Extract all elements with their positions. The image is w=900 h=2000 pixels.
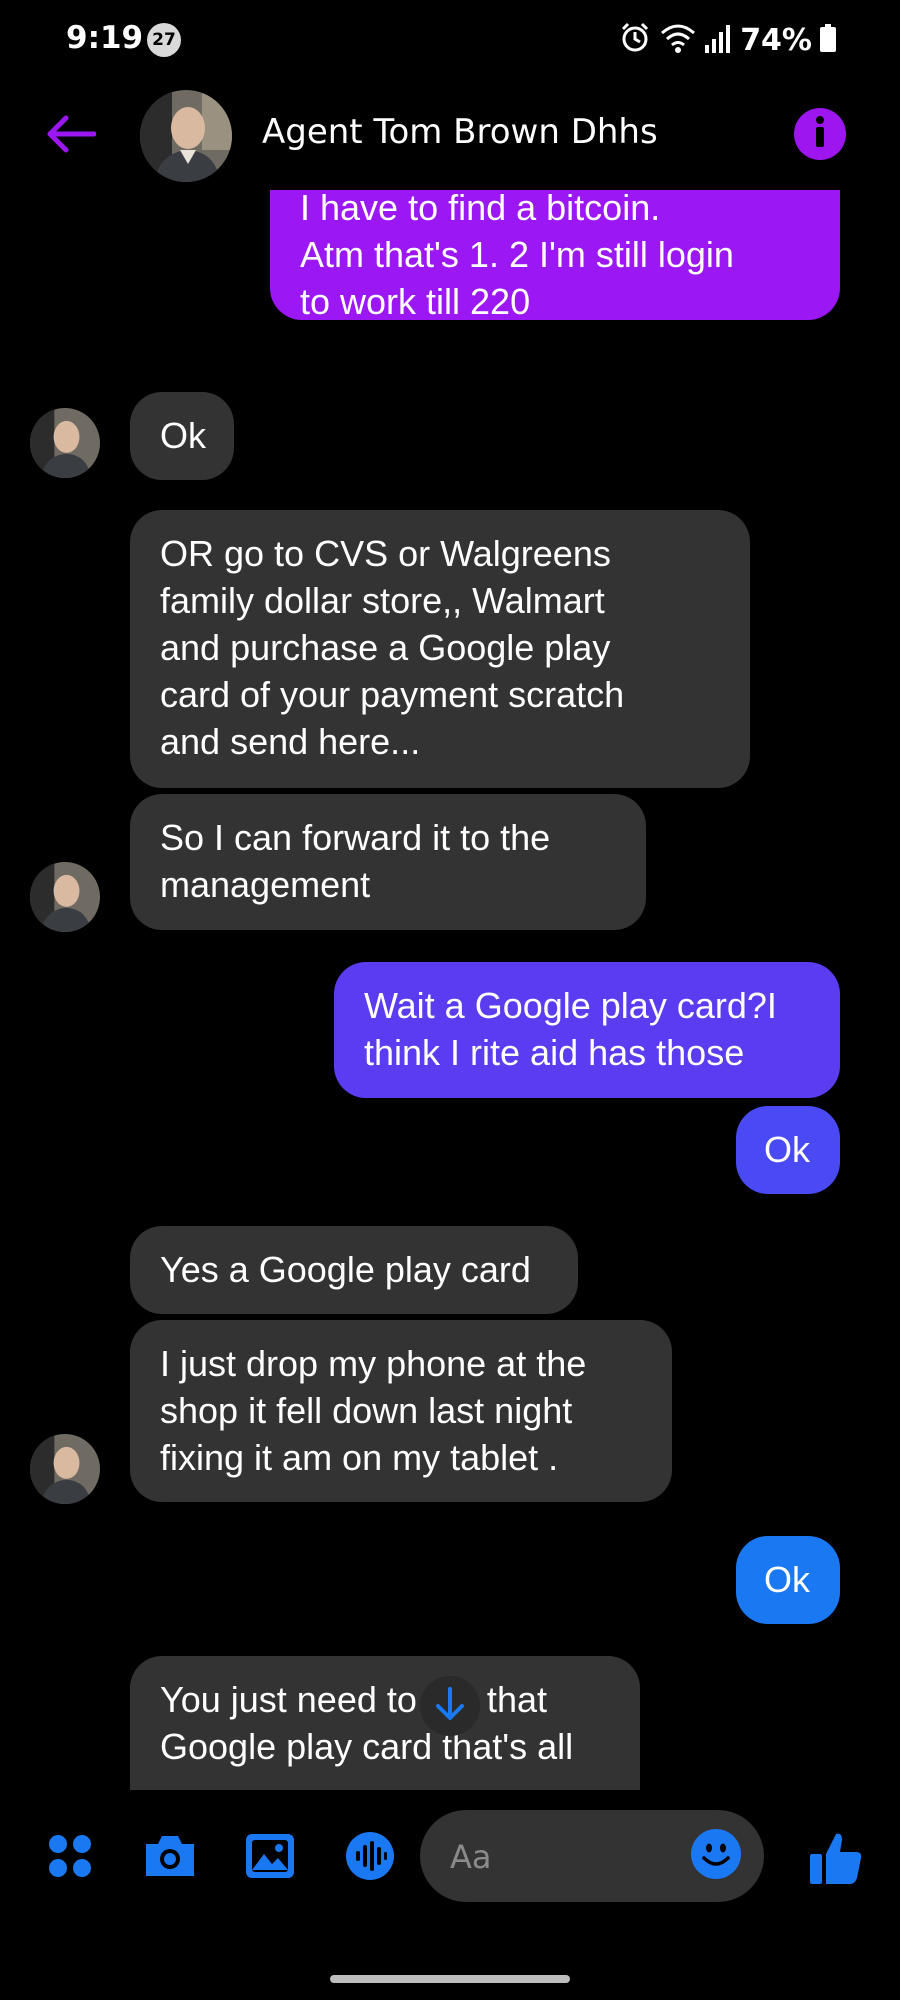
message-bubble-outgoing[interactable]: Ok xyxy=(736,1106,840,1194)
message-input[interactable] xyxy=(448,1832,672,1882)
thumbs-up-icon xyxy=(808,1830,864,1890)
gallery-button[interactable] xyxy=(240,1828,300,1888)
wifi-icon xyxy=(660,22,696,58)
emoji-icon xyxy=(690,1828,742,1884)
contact-avatar-small xyxy=(30,1434,100,1504)
message-list[interactable]: I have to find a bitcoin. Atm that's 1. … xyxy=(0,190,900,1790)
emoji-button[interactable] xyxy=(688,1828,744,1884)
message-bubble-outgoing[interactable]: I have to find a bitcoin. Atm that's 1. … xyxy=(270,190,840,322)
contact-avatar-small xyxy=(30,862,100,932)
notification-count-badge: 27 xyxy=(147,23,181,57)
battery-icon xyxy=(820,24,836,56)
voice-icon xyxy=(344,1830,396,1886)
conversation-header: Agent Tom Brown Dhhs xyxy=(0,84,900,190)
message-bubble-incoming[interactable]: I just drop my phone at the shop it fell… xyxy=(130,1320,672,1502)
back-arrow-icon xyxy=(44,114,97,158)
message-bubble-incoming[interactable]: Yes a Google play card xyxy=(130,1226,578,1314)
message-bubble-incoming[interactable]: You just need to get that Google play ca… xyxy=(130,1656,640,1790)
message-bubble-incoming[interactable]: So I can forward it to the management xyxy=(130,794,646,930)
message-bubble-outgoing[interactable]: Ok xyxy=(736,1536,840,1624)
apps-icon xyxy=(46,1832,94,1884)
status-time: 9:19 xyxy=(66,20,144,56)
contact-avatar-small xyxy=(30,408,100,478)
camera-button[interactable] xyxy=(140,1828,200,1888)
home-indicator[interactable] xyxy=(330,1975,570,1983)
alarm-icon xyxy=(618,21,652,59)
voice-button[interactable] xyxy=(340,1828,400,1888)
signal-icon xyxy=(704,23,732,57)
contact-name[interactable]: Agent Tom Brown Dhhs xyxy=(262,112,658,152)
back-button[interactable] xyxy=(40,106,100,166)
status-bar: 9:19 27 74% xyxy=(0,0,900,84)
camera-icon xyxy=(142,1832,198,1884)
contact-avatar[interactable] xyxy=(140,90,232,182)
battery-percentage: 74% xyxy=(740,22,812,58)
status-icons: 74% xyxy=(618,18,836,62)
message-bubble-incoming[interactable]: OR go to CVS or Walgreens family dollar … xyxy=(130,510,750,788)
scroll-to-bottom-button[interactable] xyxy=(420,1676,480,1736)
info-icon xyxy=(794,106,846,162)
message-input-container[interactable] xyxy=(420,1810,764,1902)
info-button[interactable] xyxy=(794,108,846,160)
gallery-icon xyxy=(244,1832,296,1884)
composer-bar xyxy=(0,1800,900,1910)
message-bubble-outgoing[interactable]: Wait a Google play card?I think I rite a… xyxy=(334,962,840,1098)
arrow-down-icon xyxy=(433,1686,467,1726)
message-bubble-incoming[interactable]: Ok xyxy=(130,392,234,480)
apps-button[interactable] xyxy=(40,1828,100,1888)
like-button[interactable] xyxy=(804,1828,868,1892)
